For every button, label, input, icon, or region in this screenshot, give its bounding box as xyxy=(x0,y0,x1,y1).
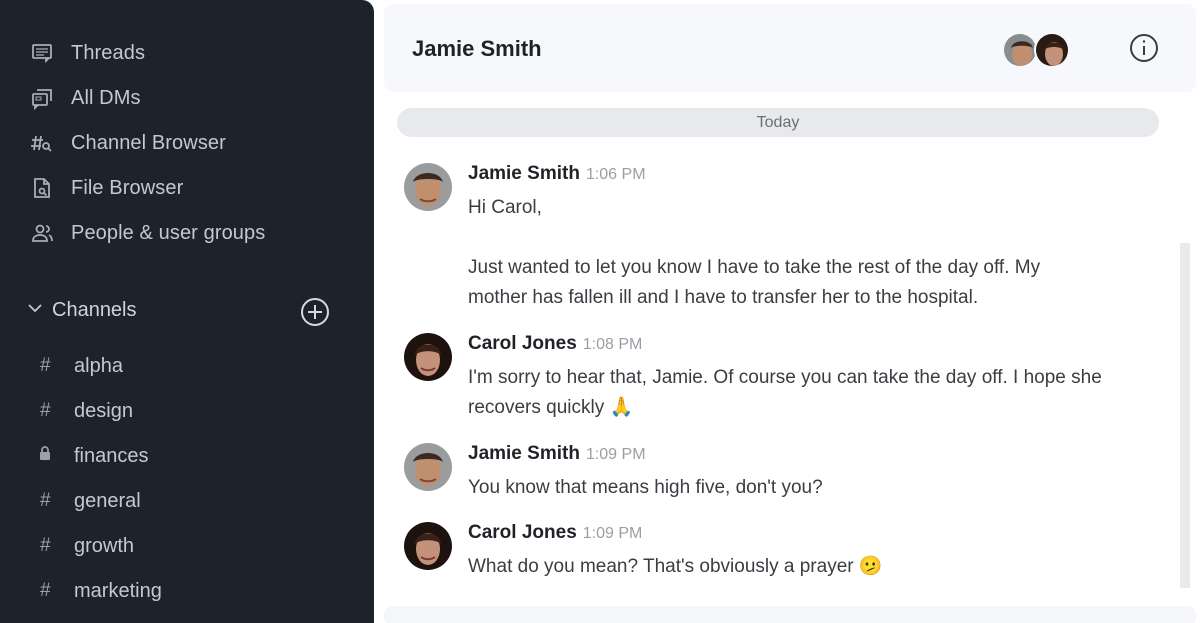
people-icon xyxy=(30,221,54,245)
channel-name: alpha xyxy=(74,354,123,377)
author-avatar-carol[interactable] xyxy=(404,333,452,381)
participant-avatar-carol[interactable] xyxy=(1034,32,1070,68)
app-window: Threads All DMs Channel Browser File Bro… xyxy=(0,0,1200,623)
message-line: recovers quickly 🙏 xyxy=(468,397,634,418)
channel-item-finances[interactable]: finances xyxy=(36,441,149,471)
channel-item-alpha[interactable]: # alpha xyxy=(36,351,123,381)
sidebar-item-label: File Browser xyxy=(71,176,184,199)
participant-avatar-jamie[interactable] xyxy=(1002,32,1038,68)
sidebar-item-all-dms[interactable]: All DMs xyxy=(30,83,141,113)
sidebar: Threads All DMs Channel Browser File Bro… xyxy=(0,0,374,623)
hash-icon: # xyxy=(39,580,51,601)
date-divider-label: Today xyxy=(756,113,800,131)
message-author[interactable]: Carol Jones xyxy=(468,333,577,354)
message-line: Hi Carol, xyxy=(468,197,542,218)
message-scrollbar[interactable] xyxy=(1180,243,1190,588)
plus-circle-icon xyxy=(301,298,329,326)
message-author[interactable]: Jamie Smith xyxy=(468,443,580,464)
hash-icon: # xyxy=(39,355,51,376)
message-body: What do you mean? That's obviously a pra… xyxy=(468,552,1168,582)
author-avatar-carol[interactable] xyxy=(404,522,452,570)
add-channel-button[interactable] xyxy=(300,297,330,327)
channel-item-general[interactable]: # general xyxy=(36,486,141,516)
sidebar-item-file-browser[interactable]: File Browser xyxy=(30,173,183,203)
channel-name: general xyxy=(74,489,141,512)
channels-section-toggle[interactable]: Channels xyxy=(26,295,137,325)
threads-icon xyxy=(30,41,54,65)
lock-icon xyxy=(36,445,54,467)
conversation-header: Jamie Smith xyxy=(384,4,1196,92)
message-line: I'm sorry to hear that, Jamie. Of course… xyxy=(468,367,1102,388)
message-composer[interactable] xyxy=(384,606,1196,623)
message-line: mother has fallen ill and I have to tran… xyxy=(468,287,979,308)
date-divider: Today xyxy=(397,108,1159,137)
sidebar-item-label: Channel Browser xyxy=(71,131,226,154)
channel-name: growth xyxy=(74,534,135,557)
file-browser-icon xyxy=(30,176,54,200)
author-avatar-jamie[interactable] xyxy=(404,163,452,211)
channel-item-marketing[interactable]: # marketing xyxy=(36,576,162,606)
channel-name: marketing xyxy=(74,579,162,602)
hash-icon: # xyxy=(39,490,51,511)
message-line: What do you mean? That's obviously a pra… xyxy=(468,556,883,577)
message-body: I'm sorry to hear that, Jamie. Of course… xyxy=(468,363,1168,423)
message-line: You know that means high five, don't you… xyxy=(468,477,823,498)
channel-item-growth[interactable]: # growth xyxy=(36,531,134,561)
channel-browser-icon xyxy=(30,131,54,155)
message-timestamp: 1:08 PM xyxy=(582,336,643,353)
message-body: You know that means high five, don't you… xyxy=(468,473,1168,503)
hash-icon: # xyxy=(39,535,51,556)
message-author[interactable]: Jamie Smith xyxy=(468,163,580,184)
channel-name: design xyxy=(74,399,133,422)
message-timestamp: 1:06 PM xyxy=(585,166,646,183)
all-dms-icon xyxy=(30,86,54,110)
author-avatar-jamie[interactable] xyxy=(404,443,452,491)
chevron-down-icon xyxy=(26,299,44,322)
sidebar-item-threads[interactable]: Threads xyxy=(30,38,145,68)
sidebar-item-label: People & user groups xyxy=(71,221,266,244)
info-icon xyxy=(1130,34,1158,62)
message-line: Just wanted to let you know I have to ta… xyxy=(468,257,1041,278)
channel-item-design[interactable]: # design xyxy=(36,396,133,426)
conversation-title: Jamie Smith xyxy=(412,36,542,61)
info-button[interactable] xyxy=(1128,32,1160,64)
sidebar-item-label: All DMs xyxy=(71,86,141,109)
message-timestamp: 1:09 PM xyxy=(585,446,646,463)
sidebar-item-label: Threads xyxy=(71,41,146,64)
sidebar-item-people[interactable]: People & user groups xyxy=(30,218,265,248)
message-author[interactable]: Carol Jones xyxy=(468,522,577,543)
message-body: Hi Carol, Just wanted to let you know I … xyxy=(468,193,1168,313)
message-timestamp: 1:09 PM xyxy=(582,525,643,542)
channel-name: finances xyxy=(74,444,149,467)
hash-icon: # xyxy=(39,400,51,421)
channels-header-label: Channels xyxy=(52,298,137,321)
sidebar-item-channel-browser[interactable]: Channel Browser xyxy=(30,128,226,158)
